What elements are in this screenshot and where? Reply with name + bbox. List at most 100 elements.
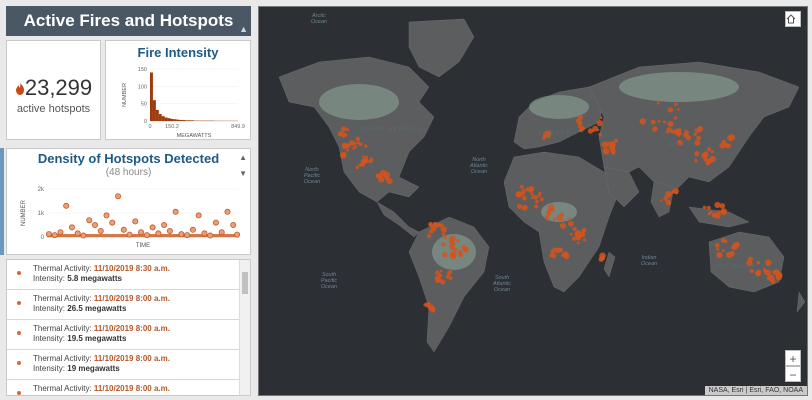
hotspot-marker[interactable] (729, 250, 735, 256)
hotspot-marker[interactable] (667, 107, 674, 113)
density-point[interactable] (184, 232, 191, 239)
hotspot-marker[interactable] (355, 165, 359, 170)
density-point[interactable] (195, 212, 202, 219)
hotspot-marker[interactable] (657, 119, 661, 123)
hotspot-marker[interactable] (576, 241, 580, 245)
hotspot-marker[interactable] (423, 303, 427, 307)
hotspot-marker[interactable] (353, 145, 357, 149)
hotspot-marker[interactable] (696, 135, 701, 141)
hotspot-marker[interactable] (656, 101, 660, 105)
hotspot-marker[interactable] (673, 128, 681, 136)
hotspot-marker[interactable] (667, 192, 671, 196)
hotspot-marker[interactable] (596, 120, 603, 127)
density-point[interactable] (68, 224, 75, 231)
density-point[interactable] (207, 232, 214, 239)
density-point[interactable] (126, 231, 133, 238)
hotspot-marker[interactable] (547, 212, 551, 216)
hotspot-marker[interactable] (364, 144, 368, 148)
hotspot-marker[interactable] (716, 247, 720, 251)
hotspot-marker[interactable] (765, 259, 772, 266)
list-scrollbar[interactable] (239, 260, 250, 395)
hotspot-marker[interactable] (358, 163, 362, 167)
hotspot-marker[interactable] (346, 128, 349, 131)
hotspot-marker[interactable] (369, 157, 374, 162)
hotspot-marker[interactable] (562, 219, 565, 223)
hotspot-marker[interactable] (709, 210, 713, 214)
hotspot-marker[interactable] (361, 159, 365, 163)
hotspot-marker[interactable] (694, 151, 700, 157)
fire-intensity-chart[interactable]: 0 50 100 150 0 150.2 849.9 MEGAWATTS NUMBER (106, 63, 250, 139)
hotspot-marker[interactable] (442, 252, 448, 258)
density-point[interactable] (155, 230, 162, 237)
home-button[interactable] (785, 11, 801, 27)
hotspot-marker[interactable] (375, 173, 381, 179)
list-item[interactable]: Thermal Activity: 11/10/2019 8:00 a.m. In… (7, 350, 250, 380)
density-point[interactable] (189, 226, 196, 233)
hotspot-marker[interactable] (572, 236, 577, 241)
zoom-out-button[interactable]: − (785, 366, 801, 382)
hotspot-marker[interactable] (545, 217, 549, 221)
hotspot-marker[interactable] (728, 136, 734, 142)
hotspot-marker[interactable] (358, 142, 363, 147)
hotspot-marker[interactable] (339, 152, 347, 159)
hotspot-marker[interactable] (568, 220, 574, 227)
hotspot-marker[interactable] (550, 250, 555, 254)
hotspot-marker[interactable] (519, 184, 524, 189)
hotspot-marker[interactable] (553, 217, 556, 221)
density-point[interactable] (92, 222, 99, 229)
hotspot-marker[interactable] (557, 247, 563, 253)
hotspot-marker[interactable] (694, 139, 701, 146)
hotspot-marker[interactable] (725, 144, 730, 149)
hotspot-marker[interactable] (693, 132, 698, 136)
hotspot-marker[interactable] (721, 249, 725, 253)
hotspot-marker[interactable] (599, 116, 603, 119)
hotspot-marker[interactable] (614, 138, 619, 143)
hotspot-marker[interactable] (453, 242, 456, 245)
map-canvas[interactable] (259, 7, 808, 396)
hotspot-marker[interactable] (530, 193, 534, 196)
hotspot-marker[interactable] (707, 147, 712, 152)
density-point[interactable] (234, 231, 241, 238)
hotspot-marker[interactable] (548, 208, 553, 213)
hotspot-marker[interactable] (602, 257, 605, 260)
density-point[interactable] (230, 222, 237, 229)
hotspot-marker[interactable] (576, 233, 582, 239)
density-chart[interactable]: 0 1k 2k TIME NUMBER (7, 183, 250, 253)
hotspot-marker[interactable] (569, 232, 573, 236)
hotspot-marker[interactable] (440, 226, 447, 233)
hotspot-marker[interactable] (756, 261, 760, 265)
density-point[interactable] (109, 219, 116, 226)
density-point[interactable] (172, 208, 179, 215)
hotspot-marker[interactable] (438, 274, 441, 277)
hotspot-marker[interactable] (665, 199, 672, 206)
density-point[interactable] (57, 229, 64, 236)
density-point[interactable] (45, 231, 52, 238)
hotspot-marker[interactable] (528, 188, 534, 194)
hotspot-marker[interactable] (703, 152, 707, 156)
hotspot-marker[interactable] (516, 203, 523, 209)
hotspot-marker[interactable] (538, 191, 542, 196)
hotspot-marker[interactable] (463, 246, 467, 249)
hotspot-marker[interactable] (663, 196, 668, 201)
hotspot-marker[interactable] (568, 217, 572, 221)
hotspot-marker[interactable] (361, 155, 365, 159)
hotspot-marker[interactable] (532, 195, 535, 199)
hotspot-marker[interactable] (337, 131, 344, 137)
hotspot-marker[interactable] (559, 223, 562, 227)
hotspot-marker[interactable] (677, 108, 680, 111)
hotspot-marker[interactable] (464, 248, 468, 252)
hotspot-marker[interactable] (607, 141, 613, 148)
panel-resize-handle[interactable] (0, 148, 4, 255)
hotspot-marker[interactable] (667, 120, 674, 127)
collapse-chevron-icon[interactable]: ▲ (239, 24, 248, 34)
hotspot-marker[interactable] (714, 243, 720, 248)
density-point[interactable] (178, 231, 185, 238)
hotspot-marker[interactable] (556, 214, 564, 221)
hotspot-marker[interactable] (770, 278, 776, 284)
list-item[interactable]: Thermal Activity: 11/10/2019 8:00 a.m. In… (7, 380, 250, 395)
density-point[interactable] (166, 228, 173, 235)
density-point[interactable] (74, 230, 81, 237)
hotspot-marker[interactable] (610, 146, 614, 150)
hotspot-marker[interactable] (582, 232, 585, 236)
hotspot-marker[interactable] (432, 222, 438, 227)
